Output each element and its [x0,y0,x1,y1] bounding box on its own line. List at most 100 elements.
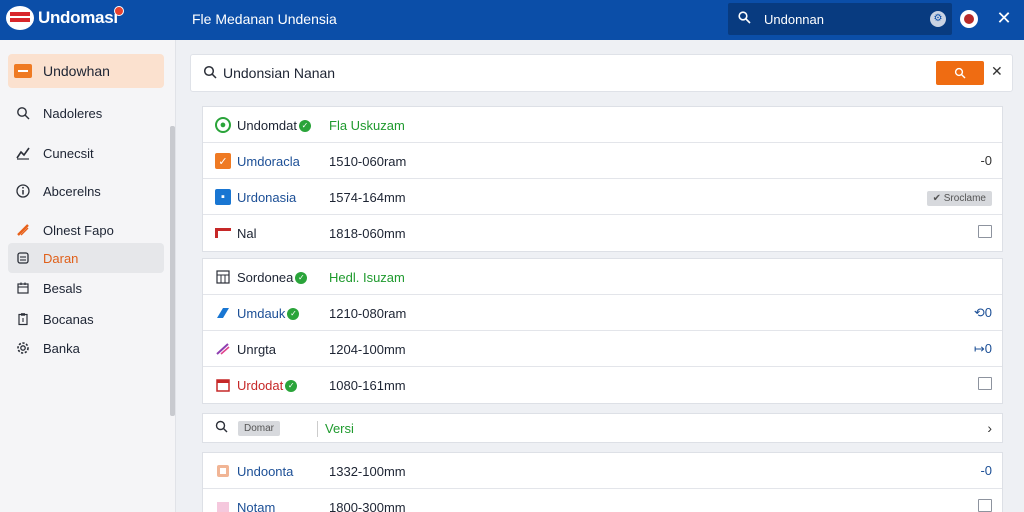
item-name: Umdoracla [237,154,300,169]
list-item[interactable]: ▪ Urdonasia 1574-164mm ✔ Sroclame [203,179,1002,215]
item-count: ⟲0 [973,305,992,320]
main-panel: Undonsian Nanan ✕ ● Undomdat ✓ Fla Uskuza… [176,40,1024,512]
sidebar: Undowhan Nadoleres Cunecsit Abcerelns Ol… [0,40,176,512]
search-button[interactable] [936,61,984,85]
search-input[interactable]: Undonsian Nanan ✕ [190,54,1013,92]
list-item[interactable]: ✓ Umdoracla 1510-060ram -0 [203,143,1002,179]
row-checkbox[interactable] [978,225,992,238]
version-label[interactable]: Versi [325,421,354,436]
sidebar-item-label: Nadoleres [43,105,103,121]
window-title: Fle Medanan Undensia [192,11,337,27]
result-group: Undoonta 1332-100mm -0 Notam 1800-300mm [202,452,1003,512]
sidebar-item-label: Undowhan [43,63,110,79]
sidebar-item-label: Olnest Fapo [43,222,114,238]
list-item[interactable]: Notam 1800-300mm [203,489,1002,512]
gear-icon[interactable]: ⚙ [930,11,946,27]
image-icon [215,499,231,512]
item-name: Urdonasia [237,190,297,205]
search-icon [203,65,217,82]
calendar-icon [215,377,231,393]
search-icon [738,11,752,27]
verified-icon: ✓ [285,379,298,392]
document-icon: ✓ [215,153,231,169]
group-title: Undomdat ✓ [237,118,311,133]
result-group: Sordonea ✓ Hedl. Isuzam Umdauk ✓ 1210-080r… [202,258,1003,404]
item-time: 1332-100mm [329,464,406,479]
sidebar-item-cunecsit[interactable]: Cunecsit [8,138,164,168]
sidebar-item-nadoleres[interactable]: Nadoleres [8,98,164,128]
sidebar-item-label: Daran [43,250,79,266]
item-name: Urdodat ✓ [237,378,298,393]
result-group: ● Undomdat ✓ Fla Uskuzam ✓ Umdoracla 1510… [202,106,1003,252]
item-time: 1800-300mm [329,500,406,512]
document-icon [215,463,231,479]
row-checkbox[interactable] [978,499,992,512]
item-count: ↦0 [973,341,992,356]
item-time: 1510-060ram [329,154,407,169]
divider [317,421,318,437]
flag-icon [6,6,34,30]
list-item[interactable]: Undoonta 1332-100mm -0 [203,453,1002,489]
filter-bar[interactable]: Domar Versi › [202,413,1003,443]
clear-icon[interactable]: ✕ [991,63,1003,80]
pen-icon [215,341,231,357]
group-header[interactable]: Sordonea ✓ Hedl. Isuzam [203,259,1002,295]
chart-icon [13,146,33,160]
item-time: 1210-080ram [329,306,407,321]
item-time: 1818-060mm [329,226,406,241]
list-item[interactable]: Unrgta 1204-100mm ↦0 [203,331,1002,367]
verified-icon: ✓ [295,271,308,284]
sidebar-item-besals[interactable]: Besals [8,273,164,303]
calendar-icon [13,281,33,295]
list-item[interactable]: Urdodat ✓ 1080-161mm [203,367,1002,403]
notification-badge [113,6,124,16]
sidebar-item-olnest-fapo[interactable]: Olnest Fapo [8,215,164,245]
item-time: 1574-164mm [329,190,406,205]
avatar[interactable] [960,10,978,28]
sidebar-item-daran[interactable]: Daran [8,243,164,273]
search-icon [215,420,228,436]
sidebar-item-label: Cunecsit [43,145,94,161]
info-icon [13,184,33,198]
group-subtitle: Fla Uskuzam [329,118,405,133]
search-icon [13,106,33,120]
sidebar-scrollbar[interactable] [170,126,175,416]
group-title: Sordonea ✓ [237,270,308,285]
group-subtitle: Hedl. Isuzam [329,270,405,285]
item-name: Notam [237,500,276,512]
item-time: 1080-161mm [329,378,406,393]
global-search[interactable]: Undonnan ⚙ [728,3,952,35]
sidebar-item-abcerelns[interactable]: Abcerelns [8,176,164,206]
item-name: Nal [237,226,257,241]
list-item[interactable]: Nal 1818-060mm [203,215,1002,251]
group-header[interactable]: ● Undomdat ✓ Fla Uskuzam [203,107,1002,143]
chevron-right-icon[interactable]: › [987,420,992,436]
status-badge: ✔ Sroclame [926,189,992,206]
flag-icon [215,225,231,241]
item-count: -0 [980,153,992,168]
link-icon [215,305,231,321]
list-item[interactable]: Umdauk ✓ 1210-080ram ⟲0 [203,295,1002,331]
filter-chip[interactable]: Domar [238,420,281,436]
item-name: Undoonta [237,464,294,479]
item-name: Unrgta [237,342,277,357]
sidebar-item-label: Besals [43,280,83,296]
item-count: -0 [980,463,992,478]
grid-icon [215,269,231,285]
row-checkbox[interactable] [978,377,992,390]
image-icon: ▪ [215,189,231,205]
logo-text: Undomasi [38,8,118,27]
sidebar-item-label: Bocanas [43,311,94,327]
verified-icon: ✓ [287,307,300,320]
gear-icon [13,341,33,355]
item-name: Umdauk ✓ [237,306,300,321]
close-icon[interactable]: ✕ [994,8,1014,29]
clipboard-icon [13,312,33,326]
app-logo[interactable]: Undomasi [6,6,124,30]
global-search-value: Undonnan [764,11,824,27]
sidebar-item-undowhan[interactable]: Undowhan [8,54,164,88]
sidebar-item-label: Abcerelns [43,183,101,199]
app-icon [13,64,33,78]
sidebar-item-banka[interactable]: Banka [8,333,164,363]
sidebar-item-bocanas[interactable]: Bocanas [8,304,164,334]
